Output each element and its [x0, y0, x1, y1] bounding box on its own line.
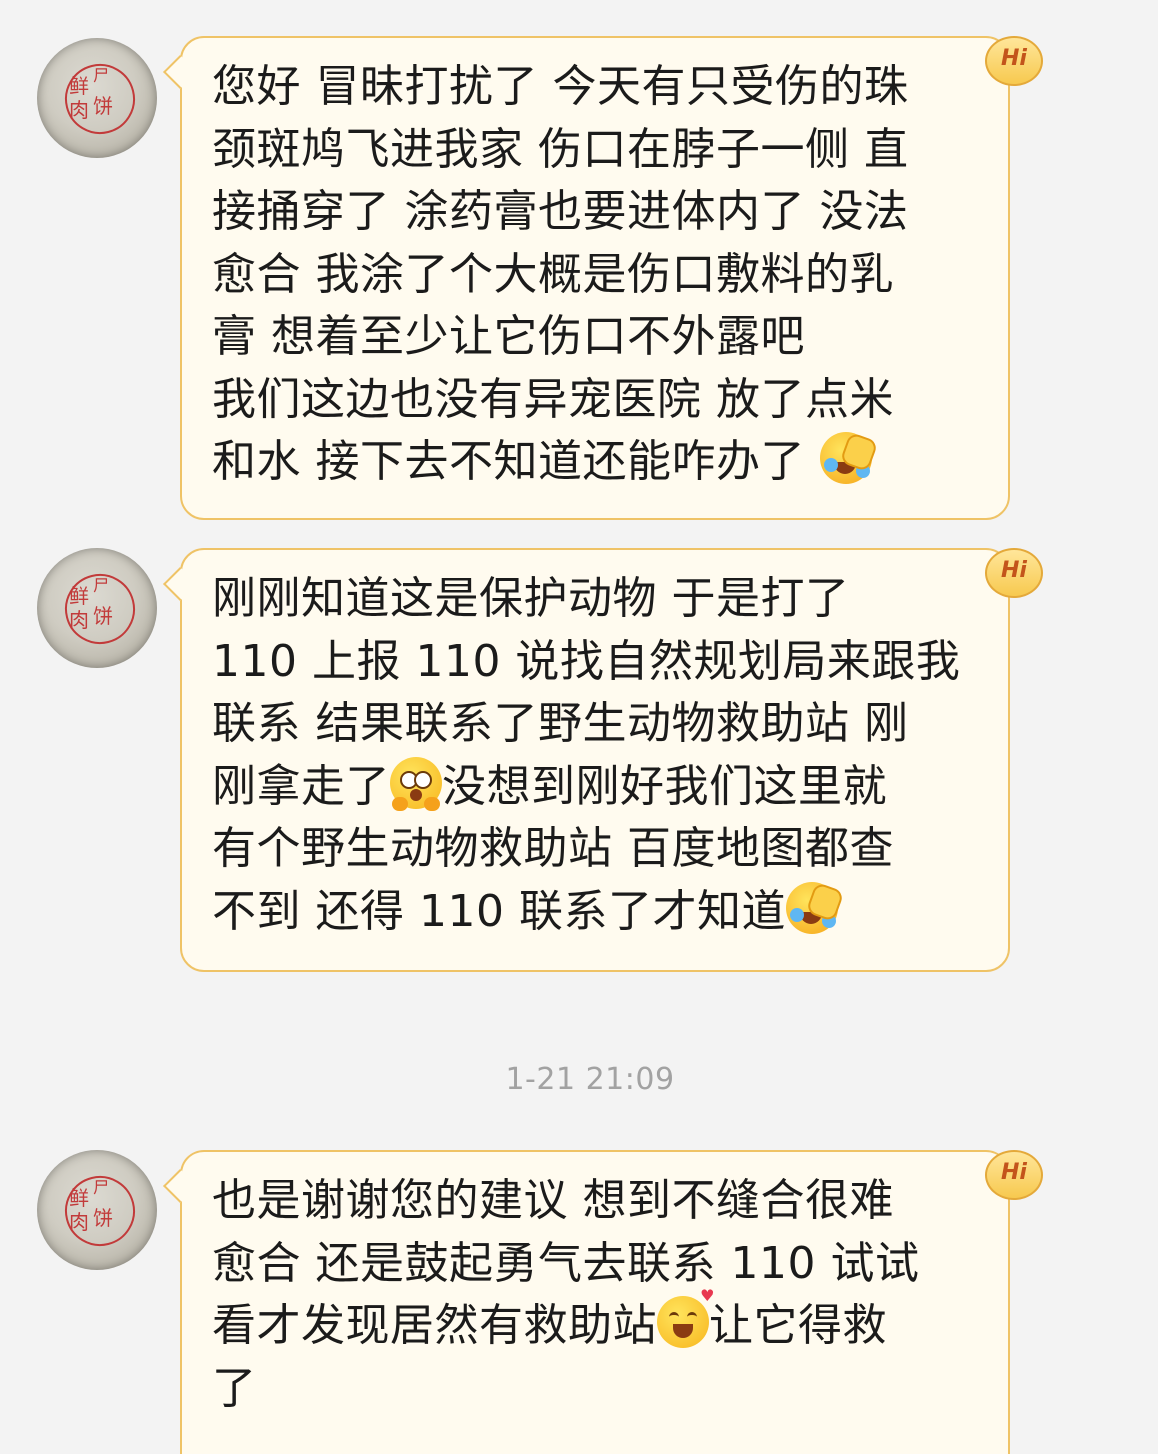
message-text: 也是谢谢您的建议 想到不缝合很难 愈合 还是鼓起勇气去联系 110 试试 看才发…: [212, 1170, 980, 1420]
message-line: 愈合 我涂了个大概是伤口敷料的乳: [212, 248, 894, 300]
message-bubble[interactable]: 刚刚知道这是保护动物 于是打了 110 上报 110 说找自然规划局来跟我 联系…: [163, 548, 1010, 972]
message-line: 您好 冒昧打扰了 今天有只受伤的珠: [212, 61, 909, 112]
message-line: 了: [212, 1362, 257, 1414]
hi-badge-icon: Hi: [985, 1150, 1043, 1200]
message-text: 刚刚知道这是保护动物 于是打了 110 上报 110 说找自然规划局来跟我 联系…: [212, 568, 980, 943]
message-line: 愈合 还是鼓起勇气去联系 110 试试: [212, 1237, 920, 1289]
chat-timestamp: 1-21 21:09: [505, 1062, 675, 1097]
sender-avatar[interactable]: 鲜 尸 肉 饼: [37, 1150, 157, 1270]
message-line: 膏 想着至少让它伤口不外露吧: [212, 311, 805, 362]
message-line: 接捅穿了 涂药膏也要进体内了 没法: [212, 186, 909, 237]
sender-avatar[interactable]: 鲜 尸 肉 饼: [37, 38, 157, 158]
facepalm-laugh-cry-emoji: [785, 881, 845, 934]
message-line: 颈斑鸠飞进我家 伤口在脖子一侧 直: [212, 123, 909, 175]
message-line: 不到 还得 110 联系了才知道: [212, 881, 980, 944]
message-line: 联系 结果联系了野生动物救助站 刚: [212, 698, 909, 749]
message-line: 110 上报 110 说找自然规划局来跟我: [212, 635, 961, 687]
message-line: 和水 接下去不知道还能咋办了: [212, 431, 980, 494]
bubble-tail: [163, 55, 197, 89]
message-bubble[interactable]: 也是谢谢您的建议 想到不缝合很难 愈合 还是鼓起勇气去联系 110 试试 看才发…: [163, 1150, 1010, 1454]
hi-badge-icon: Hi: [985, 548, 1043, 598]
message-line: 我们这边也没有异宠医院 放了点米: [212, 373, 894, 425]
message-line: 刚刚知道这是保护动物 于是打了: [212, 573, 850, 624]
message-line: 刚拿走了 没想到刚好我们这里就: [212, 756, 980, 819]
message-line: 有个野生动物救助站 百度地图都查: [212, 823, 894, 874]
blushing-love-emoji: ♥: [657, 1288, 715, 1348]
message-line: 看才发现居然有救助站 ♥ 让它得救: [212, 1286, 887, 1352]
facepalm-laugh-cry-emoji: [819, 431, 879, 484]
bubble-tail: [163, 1169, 197, 1203]
message-text: 您好 冒昧打扰了 今天有只受伤的珠 颈斑鸠飞进我家 伤口在脖子一侧 直 接捅穿了…: [212, 56, 980, 494]
shocked-wow-emoji: [390, 756, 442, 811]
bubble-tail: [163, 567, 197, 601]
sender-avatar[interactable]: 鲜 尸 肉 饼: [37, 548, 157, 668]
message-bubble[interactable]: 您好 冒昧打扰了 今天有只受伤的珠 颈斑鸠飞进我家 伤口在脖子一侧 直 接捅穿了…: [163, 36, 1010, 520]
hi-badge-icon: Hi: [985, 36, 1043, 86]
message-line: 也是谢谢您的建议 想到不缝合很难: [212, 1175, 894, 1226]
